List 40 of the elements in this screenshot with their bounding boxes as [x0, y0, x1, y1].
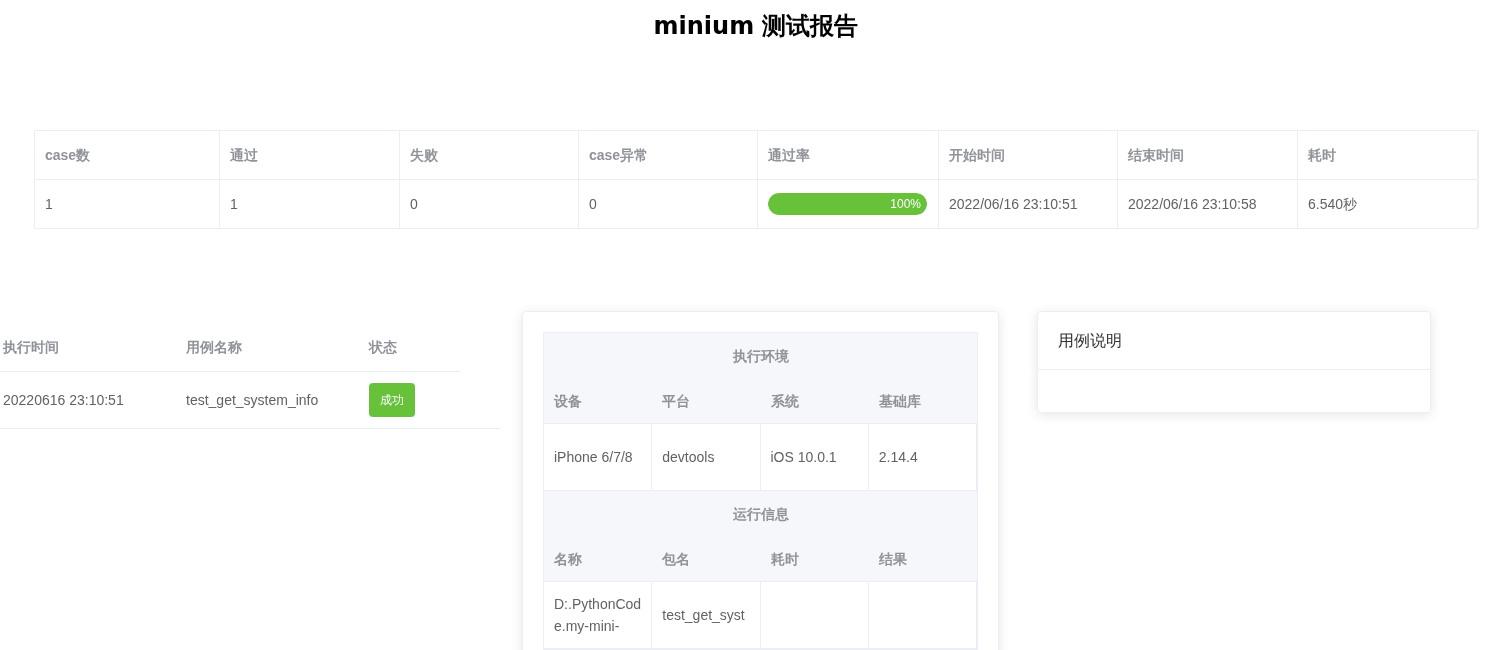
status-tag: 成功	[369, 383, 415, 417]
table-cell: 0	[579, 180, 758, 228]
table-cell-text: iPhone 6/7/8	[554, 448, 633, 467]
column-header: 名称	[553, 549, 583, 569]
table-cell-text: iOS 10.0.1	[770, 448, 837, 467]
column-header: 耗时	[1298, 131, 1479, 179]
report-title: minium 测试报告	[652, 11, 860, 42]
column-header: 系统	[769, 391, 800, 411]
table-cell-text: test_get_syst	[662, 606, 745, 625]
column-header: 通过率	[758, 131, 939, 179]
table-cell-text: devtools	[662, 448, 715, 467]
column-header: 开始时间	[939, 131, 1118, 179]
column-header: 通过	[220, 131, 400, 179]
table-cell-text: test_get_system_info	[185, 390, 320, 410]
column-header: 设备	[552, 391, 583, 411]
section-title: 执行环境	[544, 333, 977, 379]
column-header: 用例名称	[185, 337, 243, 357]
progress-label: 100%	[890, 196, 921, 213]
card-title: 用例说明	[1058, 330, 1122, 351]
column-header: 结果	[877, 549, 908, 569]
column-header: case数	[35, 131, 220, 179]
table-cell-text: 2.14.4	[878, 448, 918, 467]
column-header: 执行时间	[2, 337, 60, 357]
table-cell: 2022/06/16 23:10:58	[1118, 180, 1298, 228]
table-cell: 1	[220, 180, 400, 228]
column-header: case异常	[579, 131, 758, 179]
column-header: 平台	[661, 391, 692, 411]
column-header: 包名	[661, 549, 692, 569]
table-cell: 2022/06/16 23:10:51	[939, 180, 1118, 228]
section-title: 运行信息	[544, 491, 977, 537]
table-cell-text: 20220616 23:10:51	[2, 390, 125, 410]
table-cell: 6.540秒	[1298, 180, 1479, 228]
column-header: 失败	[400, 131, 579, 179]
column-header: 耗时	[769, 549, 800, 569]
column-header: 状态	[367, 337, 398, 357]
column-header: 结束时间	[1118, 131, 1298, 179]
column-header: 基础库	[877, 391, 922, 411]
table-cell: 0	[400, 180, 579, 228]
table-cell-text: D:.PythonCode.my-mini-	[554, 595, 642, 636]
table-cell: 1	[35, 180, 220, 228]
